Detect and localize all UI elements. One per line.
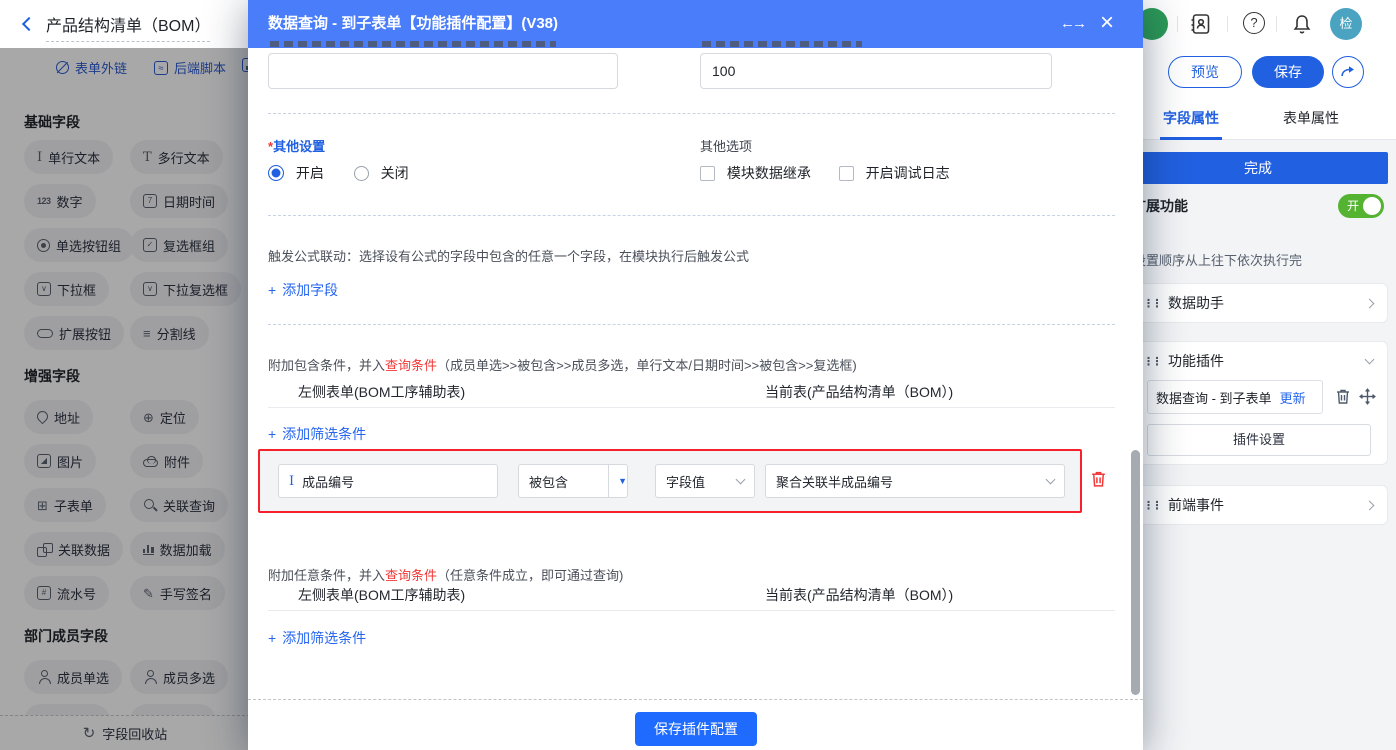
query-condition-link[interactable]: 查询条件 [385, 358, 437, 373]
options-checkbox-group: 模块数据继承 开启调试日志 [700, 163, 950, 183]
checkbox2-label[interactable]: 开启调试日志 [866, 165, 950, 181]
properties-panel: 预览 保存 字段属性 表单属性 完成 扩展功能 开 设置顺序从上往下依次执行完 … [1120, 48, 1396, 750]
condition-value-select[interactable]: 聚合关联半成品编号 [765, 464, 1065, 498]
checkbox1-label[interactable]: 模块数据继承 [727, 165, 811, 181]
data-helper-card[interactable]: ⋮⋮ 数据助手 [1128, 283, 1388, 323]
query-condition-link[interactable]: 查询条件 [385, 568, 437, 583]
condition-operator-select[interactable]: 被包含 ▼ [518, 464, 628, 498]
other-settings-label: *其他设置 [268, 136, 325, 156]
tab-field-properties[interactable]: 字段属性 [1158, 96, 1224, 140]
dim-overlay [0, 48, 250, 750]
plugin-config-modal: 数据查询 - 到子表单【功能插件配置】(V38) ←→ × *其他设置 开启 关… [248, 0, 1143, 750]
formula-note: 触发公式联动：选择设有公式的字段中包含的任意一个字段，在模块执行后触发公式 [268, 246, 749, 265]
app: 产品结构清单（BOM） ? 检 表单外链 ≈ 后端脚本 [0, 0, 1396, 750]
save-button[interactable]: 保存 [1252, 56, 1324, 88]
extension-toggle[interactable]: 开 [1338, 194, 1384, 218]
delete-plugin-icon[interactable] [1335, 388, 1351, 410]
radio-on-label[interactable]: 开启 [296, 165, 324, 181]
add-filter-link[interactable]: +添加筛选条件 [268, 628, 366, 648]
plugin-settings-button[interactable]: 插件设置 [1147, 424, 1371, 456]
add-field-link[interactable]: +添加字段 [268, 280, 338, 300]
condition-valuetype-select[interactable]: 字段值 [655, 464, 755, 498]
caret-down-icon: ▼ [618, 476, 627, 486]
divider [248, 699, 1143, 700]
add-filter-link[interactable]: +添加筛选条件 [268, 424, 366, 444]
close-icon[interactable]: × [1100, 0, 1114, 46]
modal-scrollbar[interactable] [1131, 450, 1140, 695]
panel-tabs: 字段属性 表单属性 [1120, 96, 1396, 140]
chevron-down-icon [736, 475, 746, 485]
divider [268, 113, 1115, 114]
include-condition-caption: 附加包含条件，并入查询条件（成员单选>>被包含>>成员多选，单行文本/日期时间>… [268, 355, 857, 374]
done-button[interactable]: 完成 [1128, 152, 1388, 184]
notifications-bell-icon[interactable] [1290, 12, 1314, 36]
move-plugin-icon[interactable] [1359, 388, 1376, 410]
divider [1227, 16, 1228, 32]
divider [268, 215, 1115, 216]
chevron-right-icon [1365, 500, 1375, 510]
divider [268, 324, 1115, 325]
order-note: 设置顺序从上往下依次执行完 [1133, 250, 1302, 269]
caret-segment[interactable]: ▼ [608, 465, 627, 497]
clipped-label [702, 41, 862, 47]
drag-handle-icon[interactable]: ⋮⋮ [1143, 297, 1160, 310]
drag-handle-icon[interactable]: ⋮⋮ [1143, 355, 1160, 368]
other-options-label: 其他选项 [700, 136, 752, 155]
plugin-item[interactable]: 数据查询 - 到子表单 更新 [1147, 380, 1323, 414]
left-form-label: 左侧表单(BOM工序辅助表) [298, 382, 465, 402]
function-plugin-card: ⋮⋮ 功能插件 数据查询 - 到子表单 更新 插件设置 [1128, 341, 1388, 465]
update-link[interactable]: 更新 [1280, 388, 1306, 407]
tab-form-properties[interactable]: 表单属性 [1278, 96, 1344, 140]
help-icon[interactable]: ? [1243, 12, 1265, 34]
current-form-label: 当前表(产品结构清单（BOM）) [765, 585, 953, 605]
status-radio-group: 开启 关闭 [268, 163, 409, 183]
divider [268, 407, 1115, 408]
plugin-name: 数据查询 - 到子表单 [1156, 388, 1272, 407]
back-icon[interactable] [22, 17, 36, 31]
contacts-icon[interactable] [1189, 12, 1213, 36]
chevron-right-icon [1365, 298, 1375, 308]
radio-off-icon[interactable] [354, 166, 369, 181]
limit-input[interactable] [700, 53, 1052, 89]
current-form-label: 当前表(产品结构清单（BOM）) [765, 382, 953, 402]
user-avatar[interactable]: 检 [1330, 8, 1362, 40]
form-title[interactable]: 产品结构清单（BOM） [46, 12, 210, 42]
checkbox-icon[interactable] [700, 166, 715, 181]
left-form-label: 左侧表单(BOM工序辅助表) [298, 585, 465, 605]
divider [268, 610, 1115, 611]
save-plugin-config-button[interactable]: 保存插件配置 [635, 712, 757, 746]
divider [1177, 16, 1178, 32]
resize-icon[interactable]: ←→ [1060, 0, 1084, 48]
chevron-down-icon [1046, 475, 1056, 485]
preview-button[interactable]: 预览 [1168, 56, 1242, 88]
share-button[interactable] [1332, 56, 1364, 88]
drag-handle-icon[interactable]: ⋮⋮ [1143, 499, 1160, 512]
chevron-down-icon [1365, 354, 1375, 364]
clipped-label [270, 41, 556, 47]
delete-condition-icon[interactable] [1090, 470, 1107, 493]
condition-field-select[interactable]: I 成品编号 [278, 464, 498, 498]
panel-actions-row: 预览 保存 [1120, 48, 1396, 96]
divider [1276, 16, 1277, 32]
text-field-icon: I [289, 474, 294, 489]
config-input[interactable] [268, 53, 618, 89]
function-plugin-header[interactable]: ⋮⋮ 功能插件 [1129, 342, 1387, 380]
radio-off-label[interactable]: 关闭 [381, 165, 409, 181]
any-condition-caption: 附加任意条件，并入查询条件（任意条件成立，即可通过查询) [268, 565, 623, 584]
radio-on-icon[interactable] [268, 165, 284, 181]
frontend-events-card[interactable]: ⋮⋮ 前端事件 [1128, 485, 1388, 525]
checkbox-icon[interactable] [839, 166, 854, 181]
